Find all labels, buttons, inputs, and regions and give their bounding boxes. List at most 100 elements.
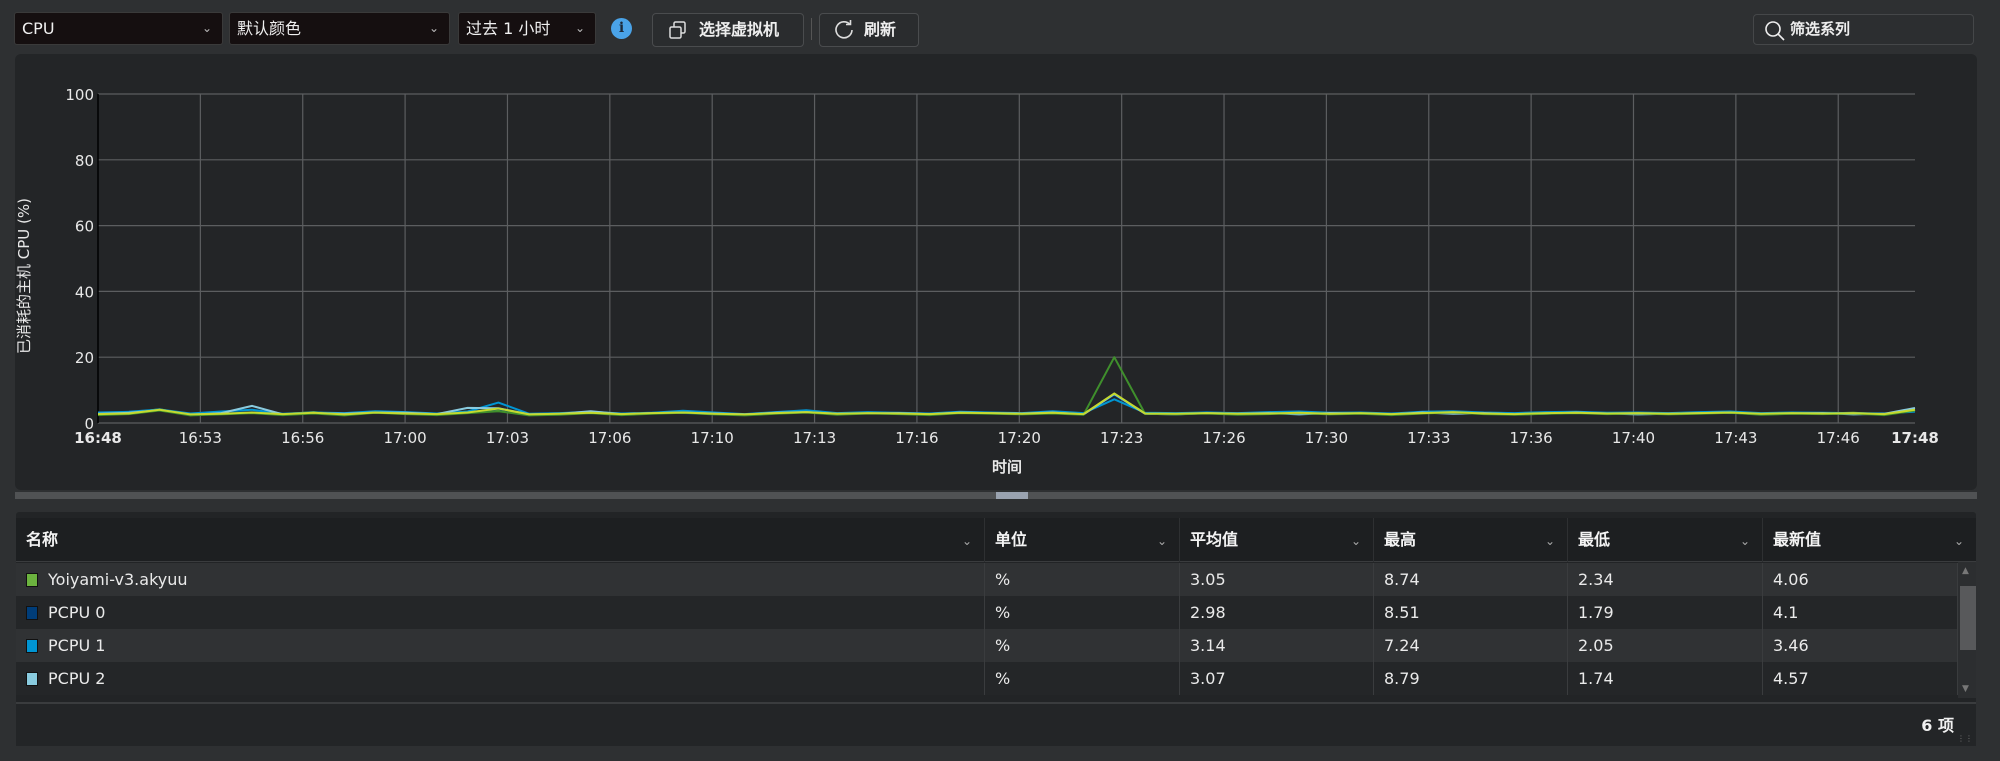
column-header-average[interactable]: 平均值 ⌄ [1180, 518, 1374, 562]
column-label: 平均值 [1190, 530, 1239, 549]
column-label: 最低 [1578, 530, 1611, 549]
cell-text: 2.34 [1578, 570, 1614, 589]
series-line-pcpu-3[interactable] [97, 356, 1916, 417]
cell-text: % [995, 603, 1011, 622]
resize-grip-icon[interactable]: ⋮⋮ [1957, 734, 1973, 743]
chart-series-lines [97, 356, 1916, 417]
chevron-down-icon: ⌄ [1156, 534, 1167, 548]
cell-avg: 2.98 [1180, 596, 1374, 629]
y-axis-ticks: 020406080100 [65, 86, 94, 433]
metric-select[interactable]: CPU ⌄ [14, 12, 223, 45]
x-tick-label: 17:06 [588, 429, 631, 447]
scroll-down-icon[interactable]: ▼ [1962, 684, 1969, 694]
column-header-unit[interactable]: 单位 ⌄ [985, 518, 1180, 562]
cpu-line-chart: 020406080100 16:48 16:53 16:56 17:00 17:03 17… [15, 86, 1939, 476]
cell-latest: 4.06 [1763, 563, 1958, 596]
x-tick-label: 17:23 [1100, 429, 1143, 447]
cell-text: % [995, 669, 1011, 688]
filter-series-placeholder: 筛选系列 [1790, 20, 1851, 38]
info-icon[interactable]: i [611, 18, 632, 39]
cell-text: 1.79 [1578, 603, 1614, 622]
x-tick-label: 17:26 [1202, 429, 1245, 447]
cell-text: 3.14 [1190, 636, 1226, 655]
chevron-down-icon: ⌄ [201, 21, 212, 35]
x-tick-label: 17:20 [998, 429, 1041, 447]
column-label: 名称 [26, 530, 59, 549]
table-row[interactable]: PCPU 1% 3.14 7.24 2.05 3.46 [16, 629, 1958, 662]
cell-min: 2.34 [1568, 563, 1763, 596]
table-row[interactable]: PCPU 2% 3.07 8.79 1.74 4.57 [16, 662, 1958, 695]
table-scrollbar[interactable]: ▲ ▼ [1958, 562, 1976, 698]
cell-max: 7.24 [1374, 629, 1568, 662]
y-axis-label: 已消耗的主机 CPU (%) [15, 198, 33, 354]
time-range-value: 过去 1 小时 [466, 19, 551, 38]
cell-text: 4.1 [1773, 603, 1799, 622]
cell-text: Yoiyami-v3.akyuu [48, 570, 188, 589]
series-color-swatch [26, 639, 38, 653]
cell-avg: 3.05 [1180, 563, 1374, 596]
cell-unit: % [985, 662, 1180, 695]
cell-max: 8.74 [1374, 563, 1568, 596]
cell-text: 3.05 [1190, 570, 1226, 589]
item-count: 6 项 [1921, 716, 1954, 735]
time-range-select[interactable]: 过去 1 小时 ⌄ [458, 12, 596, 45]
x-axis-ticks: 16:48 16:53 16:56 17:00 17:03 17:06 17:10 17:13… [74, 429, 1939, 447]
cell-min: 1.79 [1568, 596, 1763, 629]
x-tick-label: 17:30 [1305, 429, 1348, 447]
color-select-value: 默认颜色 [237, 19, 302, 38]
cell-latest: 4.1 [1763, 596, 1958, 629]
table-row[interactable]: PCPU 0% 2.98 8.51 1.79 4.1 [16, 596, 1958, 629]
chevron-down-icon: ⌄ [1350, 534, 1361, 548]
copy-icon [669, 21, 686, 39]
cell-avg: 3.07 [1180, 662, 1374, 695]
scroll-up-icon[interactable]: ▲ [1962, 566, 1969, 576]
column-header-min[interactable]: 最低 ⌄ [1568, 518, 1763, 562]
cell-text: 7.24 [1384, 636, 1420, 655]
x-tick-label: 17:36 [1510, 429, 1553, 447]
x-tick-label: 17:03 [486, 429, 529, 447]
y-tick-label: 20 [75, 349, 94, 367]
y-tick-label: 40 [75, 283, 94, 301]
cell-text: PCPU 1 [48, 636, 106, 655]
splitter-handle[interactable] [996, 492, 1028, 499]
cell-min: 2.05 [1568, 629, 1763, 662]
cell-max: 8.79 [1374, 662, 1568, 695]
x-tick-label: 17:40 [1612, 429, 1655, 447]
cell-text: 4.57 [1773, 669, 1809, 688]
x-tick-label: 16:56 [281, 429, 324, 447]
filter-series-input[interactable]: 筛选系列 [1753, 14, 1974, 45]
series-color-swatch [26, 606, 38, 620]
cell-text: 3.46 [1773, 636, 1809, 655]
refresh-button[interactable]: 刷新 [819, 13, 919, 47]
cell-text: 8.79 [1384, 669, 1420, 688]
chevron-down-icon: ⌄ [1544, 534, 1555, 548]
cell-name: PCPU 2 [16, 662, 985, 695]
column-header-name[interactable]: 名称 ⌄ [16, 518, 985, 562]
cell-max: 8.51 [1374, 596, 1568, 629]
column-label: 单位 [995, 530, 1028, 549]
chevron-down-icon: ⌄ [1739, 534, 1750, 548]
table-row[interactable]: Yoiyami-v3.akyuu% 3.05 8.74 2.34 4.06 [16, 563, 1958, 596]
scrollbar-thumb[interactable] [1960, 586, 1976, 650]
select-vm-button[interactable]: 选择虚拟机 [652, 13, 804, 47]
chevron-down-icon: ⌄ [574, 21, 585, 35]
column-header-max[interactable]: 最高 ⌄ [1374, 518, 1568, 562]
x-tick-label: 17:33 [1407, 429, 1450, 447]
cell-min: 1.74 [1568, 662, 1763, 695]
series-color-swatch [26, 672, 38, 686]
column-header-latest[interactable]: 最新值 ⌄ [1763, 518, 1976, 562]
cell-unit: % [985, 629, 1180, 662]
cell-text: 8.74 [1384, 570, 1420, 589]
chart-splitter[interactable] [15, 492, 1977, 499]
cell-text: PCPU 0 [48, 603, 106, 622]
x-tick-label: 17:16 [895, 429, 938, 447]
x-axis-label: 时间 [992, 458, 1022, 476]
cell-latest: 4.57 [1763, 662, 1958, 695]
toolbar-divider [811, 18, 812, 40]
select-vm-label: 选择虚拟机 [699, 20, 780, 39]
color-select[interactable]: 默认颜色 ⌄ [229, 12, 450, 45]
cell-latest: 3.46 [1763, 629, 1958, 662]
table-header: 名称 ⌄ 单位 ⌄ 平均值 ⌄ 最高 ⌄ 最低 ⌄ 最新值 ⌄ [16, 518, 1976, 562]
x-tick-label: 16:53 [179, 429, 222, 447]
series-table: 名称 ⌄ 单位 ⌄ 平均值 ⌄ 最高 ⌄ 最低 ⌄ 最新值 ⌄ Yoiyami-v3.aky… [16, 512, 1976, 746]
